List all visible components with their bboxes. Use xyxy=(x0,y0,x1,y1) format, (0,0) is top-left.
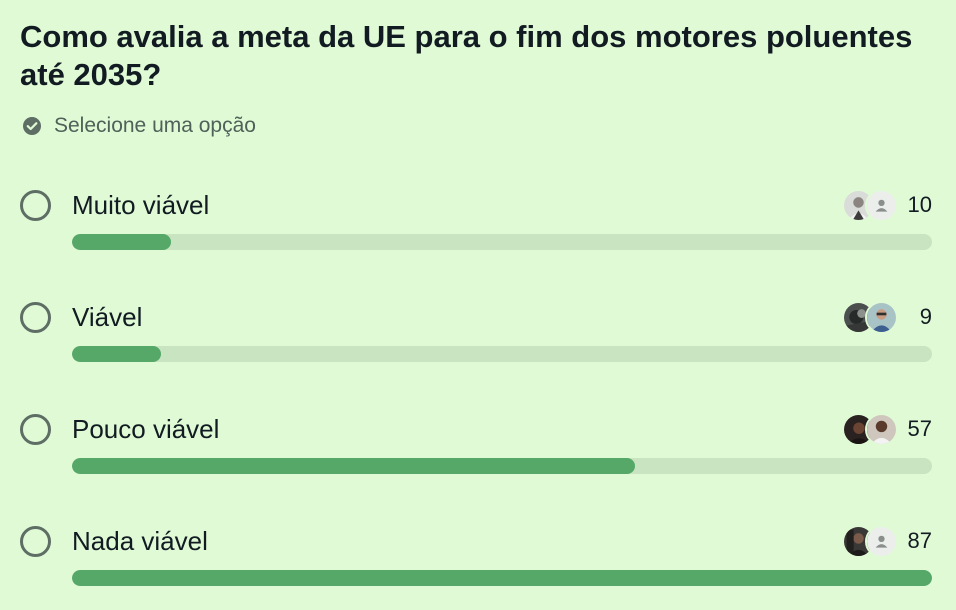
vote-progress-fill xyxy=(72,234,171,250)
vote-count: 10 xyxy=(907,192,932,217)
voter-avatars[interactable] xyxy=(842,188,898,222)
vote-progress-fill xyxy=(72,570,932,586)
vote-count: 57 xyxy=(907,416,932,441)
vote-progress-fill xyxy=(72,346,161,362)
option-label: Nada viável xyxy=(72,526,208,556)
person-icon xyxy=(865,524,898,558)
person-icon xyxy=(865,188,898,222)
poll-card: Como avalia a meta da UE para o fim dos … xyxy=(0,0,956,610)
radio-circle-icon[interactable] xyxy=(20,526,51,557)
poll-option-viavel[interactable]: Viável 9 xyxy=(0,298,956,378)
vote-progress-fill xyxy=(72,458,636,474)
option-label: Muito viável xyxy=(72,190,210,220)
poll-option-nada-viavel[interactable]: Nada viável 87 xyxy=(0,522,956,602)
vote-progress-bar xyxy=(72,458,932,474)
radio-circle-icon[interactable] xyxy=(20,302,51,333)
vote-count: 9 xyxy=(919,304,932,329)
option-label: Pouco viável xyxy=(72,414,220,444)
vote-progress-bar xyxy=(72,346,932,362)
poll-question: Como avalia a meta da UE para o fim dos … xyxy=(20,19,913,92)
vote-progress-bar xyxy=(72,234,932,250)
vote-count: 87 xyxy=(907,528,932,553)
voter-avatar xyxy=(865,412,898,446)
voter-avatar xyxy=(865,300,898,334)
radio-circle-icon[interactable] xyxy=(20,190,51,221)
voter-avatars[interactable] xyxy=(842,524,898,558)
poll-instruction: Selecione uma opção xyxy=(22,114,256,138)
instruction-text: Selecione uma opção xyxy=(54,114,256,137)
voter-avatars[interactable] xyxy=(842,412,898,446)
radio-circle-icon[interactable] xyxy=(20,414,51,445)
check-circle-icon xyxy=(22,116,42,136)
poll-option-muito-viavel[interactable]: Muito viável 10 xyxy=(0,186,956,266)
option-label: Viável xyxy=(72,302,143,332)
voter-avatars[interactable] xyxy=(842,300,898,334)
poll-option-pouco-viavel[interactable]: Pouco viável 57 xyxy=(0,410,956,490)
vote-progress-bar xyxy=(72,570,932,586)
